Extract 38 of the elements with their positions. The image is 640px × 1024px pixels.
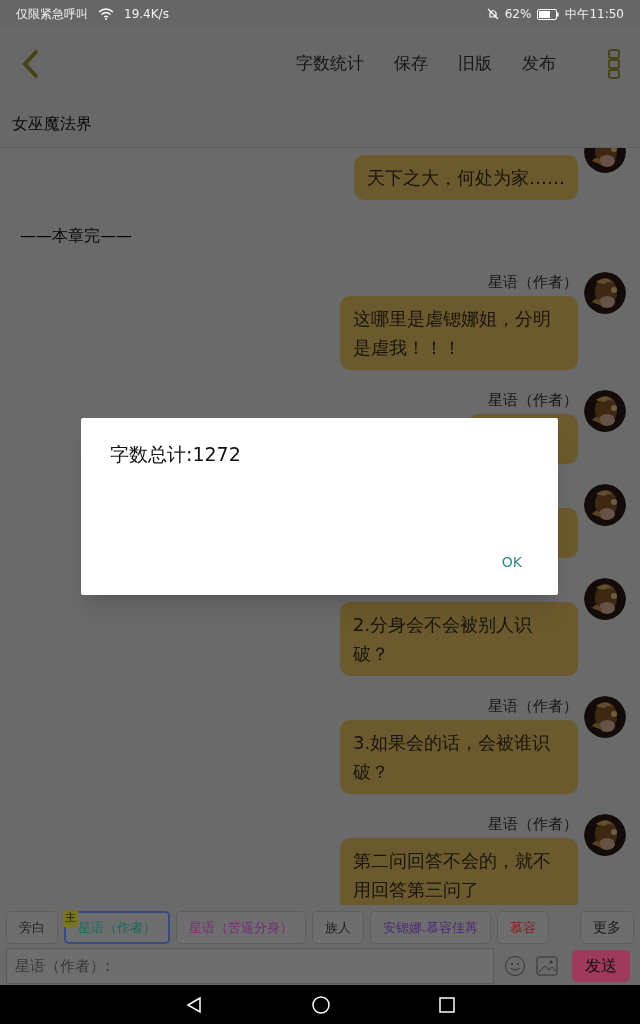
message-bubble: 这哪里是虐锶娜姐，分明是虐我！！！ [340, 296, 578, 370]
emoji-icon[interactable] [504, 955, 526, 977]
back-nav-icon[interactable] [184, 995, 203, 1014]
clock: 中午11:50 [565, 6, 624, 23]
author-name: 星语（作者） [488, 390, 578, 410]
character-chip[interactable]: 安锶娜.慕容佳苒 [370, 911, 492, 944]
ok-button[interactable]: OK [501, 552, 522, 573]
send-button[interactable]: 发送 [572, 950, 630, 982]
message-bubble: 天下之大，何处为家…… [354, 155, 578, 200]
character-chip[interactable]: 旁白 [6, 911, 58, 944]
message-bubble: 3.如果会的话，会被谁识破？ [340, 720, 578, 794]
author-name: 星语（作者） [488, 696, 578, 716]
message-bubble: 2.分身会不会被别人识破？ [340, 602, 578, 676]
character-chip[interactable]: 族人 [312, 911, 364, 944]
menu-icon[interactable] [608, 49, 620, 79]
character-chip[interactable]: 星语（苦逼分身） [176, 911, 306, 944]
recents-nav-icon[interactable] [439, 996, 456, 1013]
more-button[interactable]: 更多 [580, 911, 634, 944]
toolbar-button[interactable]: 保存 [394, 51, 428, 77]
word-count-text: 字数总计:1272 [110, 442, 242, 467]
message-bubble: 第二问回答不会的，就不用回答第三问了 [340, 838, 578, 905]
bell-off-icon [486, 8, 499, 20]
carrier-text: 仅限紧急呼叫 [16, 6, 88, 23]
battery-percent: 62% [504, 6, 532, 23]
chapter-title: 女巫魔法界 [12, 112, 92, 135]
network-speed: 19.4K/s [124, 6, 169, 23]
wifi-icon [98, 8, 114, 20]
chapter-end-text: ——本章完—— [20, 226, 132, 245]
author-name: 星语（作者） [488, 272, 578, 292]
main-badge: 主 [63, 910, 78, 927]
toolbar-button[interactable]: 字数统计 [296, 51, 364, 77]
image-icon[interactable] [536, 956, 558, 976]
battery-icon [537, 8, 560, 20]
toolbar-button[interactable]: 发布 [522, 51, 556, 77]
character-chip[interactable]: 慕容 [497, 911, 550, 944]
author-name: 星语（作者） [488, 814, 578, 834]
toolbar-button[interactable]: 旧版 [458, 51, 492, 77]
home-nav-icon[interactable] [312, 995, 330, 1014]
